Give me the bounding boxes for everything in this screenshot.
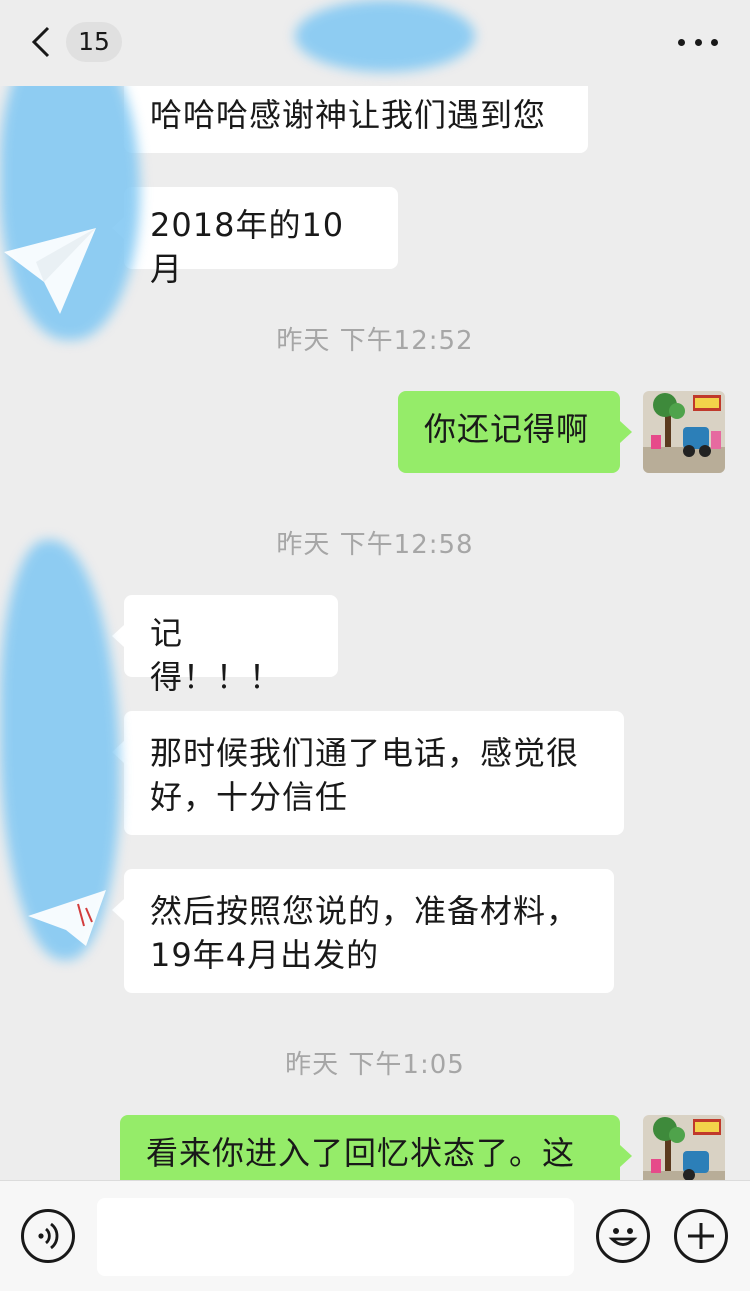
incoming-message[interactable]: 哈哈哈感谢神让我们遇到您 — [124, 75, 588, 153]
plus-icon — [688, 1223, 714, 1249]
message-text: 哈哈哈感谢神让我们遇到您 — [150, 96, 547, 134]
bubble-tail — [620, 421, 632, 443]
chat-input-bar — [0, 1180, 750, 1291]
outgoing-message[interactable]: 看来你进入了回忆状态了。这 — [120, 1115, 620, 1180]
message-text: 记得！！！ — [150, 614, 283, 696]
timestamp: 昨天 下午12:58 — [276, 530, 474, 560]
my-avatar[interactable] — [643, 1115, 725, 1180]
ellipsis-icon — [694, 38, 702, 46]
chat-header: 15 — [0, 0, 750, 86]
ellipsis-icon — [678, 38, 685, 46]
incoming-message[interactable]: 然后按照您说的，准备材料，19年4月出发的 — [124, 869, 614, 993]
emoji-icon — [608, 1228, 638, 1246]
message-text: 然后按照您说的，准备材料，19年4月出发的 — [150, 892, 580, 974]
incoming-message[interactable]: 那时候我们通了电话，感觉很好，十分信任 — [124, 711, 624, 835]
redaction-overlay — [295, 0, 475, 72]
outgoing-message[interactable]: 你还记得啊 — [398, 391, 620, 473]
voice-button[interactable] — [21, 1209, 75, 1263]
back-button[interactable]: 15 — [28, 22, 124, 62]
lego-scene-icon — [643, 391, 725, 473]
chevron-left-icon — [31, 26, 50, 58]
lego-scene-icon — [643, 1115, 725, 1180]
more-actions-button[interactable] — [674, 1209, 728, 1263]
incoming-message[interactable]: 记得！！！ — [124, 595, 338, 696]
paper-plane-icon — [28, 890, 106, 946]
incoming-message[interactable]: 2018年的10月 — [124, 187, 398, 288]
message-text: 你还记得啊 — [424, 410, 590, 448]
emoji-button[interactable] — [596, 1209, 650, 1263]
my-avatar[interactable] — [643, 391, 725, 473]
timestamp: 昨天 下午12:52 — [276, 326, 474, 356]
message-text: 看来你进入了回忆状态了。这 — [146, 1134, 576, 1172]
bubble-tail — [112, 899, 124, 921]
message-text: 2018年的10月 — [150, 206, 345, 288]
paper-plane-icon — [4, 228, 96, 314]
message-list[interactable]: 哈哈哈感谢神让我们遇到您 2018年的10月 昨天 下午12:52 你还记得啊 — [0, 0, 750, 1180]
more-options-button[interactable] — [678, 30, 718, 54]
chat-screen: 哈哈哈感谢神让我们遇到您 2018年的10月 昨天 下午12:52 你还记得啊 — [0, 0, 750, 1291]
bubble-tail — [620, 1145, 632, 1167]
message-text: 那时候我们通了电话，感觉很好，十分信任 — [150, 734, 580, 816]
ellipsis-icon — [711, 38, 718, 46]
voice-icon — [38, 1222, 59, 1250]
timestamp: 昨天 下午1:05 — [285, 1050, 465, 1080]
unread-count-badge: 15 — [66, 22, 122, 62]
message-input[interactable] — [97, 1198, 574, 1276]
bubble-tail — [112, 625, 124, 647]
